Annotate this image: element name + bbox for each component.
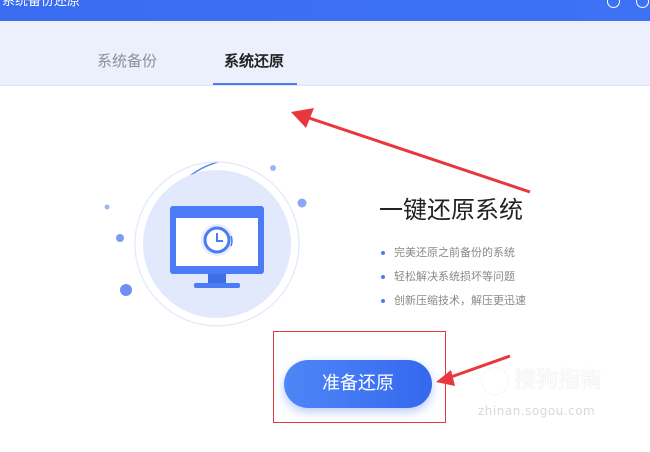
sogou-logo-icon bbox=[482, 368, 508, 394]
sogou-watermark: 搜狗指南 zhinan.sogou.com bbox=[478, 366, 632, 426]
annotation-arrow-head bbox=[436, 370, 455, 386]
watermark-url: zhinan.sogou.com bbox=[478, 404, 596, 418]
watermark-brand: 搜狗指南 bbox=[514, 368, 603, 393]
annotation-arrow-shaft bbox=[305, 115, 531, 194]
